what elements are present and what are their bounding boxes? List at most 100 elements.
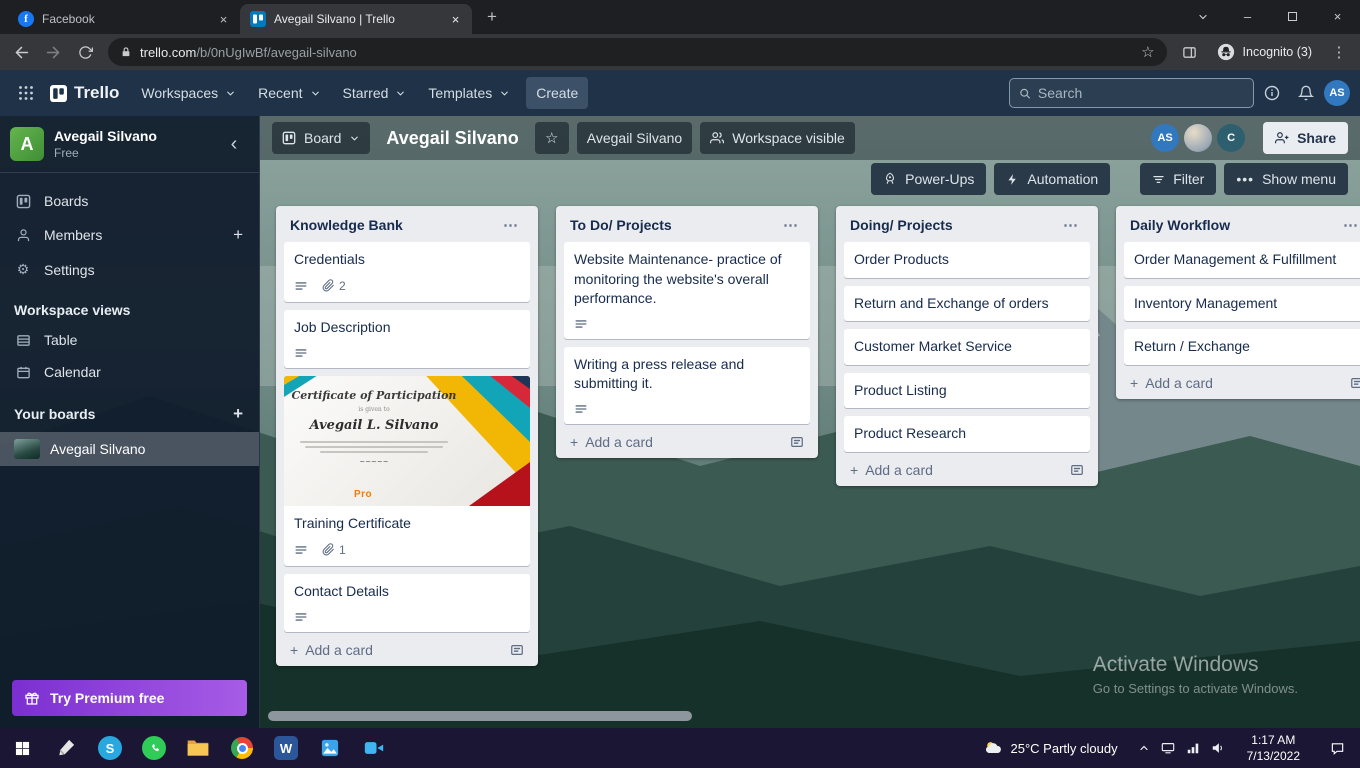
tray-network-icon[interactable] xyxy=(1186,741,1200,755)
taskbar-app-camera[interactable] xyxy=(352,728,396,768)
taskbar-app-skype[interactable]: S xyxy=(88,728,132,768)
close-button[interactable]: × xyxy=(1315,0,1360,33)
trello-logo[interactable]: Trello xyxy=(44,83,129,103)
list-title[interactable]: Knowledge Bank xyxy=(290,217,499,233)
sidebar-item-table[interactable]: Table xyxy=(0,324,259,356)
taskbar-app-file-explorer[interactable] xyxy=(176,728,220,768)
tray-chevron-up[interactable] xyxy=(1138,742,1150,754)
sidebar-item-members[interactable]: Members + xyxy=(0,217,259,253)
tab-close-button[interactable]: × xyxy=(447,11,464,28)
back-button[interactable] xyxy=(6,37,36,67)
share-button[interactable]: Share xyxy=(1263,122,1348,154)
board-menu-button[interactable]: Board xyxy=(272,122,371,154)
card[interactable]: Product Research xyxy=(844,416,1090,452)
new-tab-button[interactable]: + xyxy=(478,3,506,31)
card-template-button[interactable] xyxy=(1350,376,1360,390)
create-button[interactable]: Create xyxy=(526,77,589,109)
bookmark-star-button[interactable]: ☆ xyxy=(1137,43,1158,61)
star-board-button[interactable]: ☆ xyxy=(534,122,569,154)
sidebar-board-item[interactable]: Avegail Silvano xyxy=(0,432,259,466)
card-title: Writing a press release and submitting i… xyxy=(574,355,745,392)
taskbar-app-whatsapp[interactable] xyxy=(132,728,176,768)
card[interactable]: Credentials 2 xyxy=(284,242,530,303)
card[interactable]: Inventory Management xyxy=(1124,285,1360,322)
card[interactable]: Writing a press release and submitting i… xyxy=(564,346,810,424)
list-title[interactable]: Daily Workflow xyxy=(1130,217,1339,233)
list-menu-button[interactable]: ⋯ xyxy=(499,216,524,234)
minimize-button[interactable]: – xyxy=(1225,0,1270,33)
maximize-button[interactable] xyxy=(1270,0,1315,33)
add-board-button[interactable]: + xyxy=(231,404,245,424)
omnibox[interactable]: trello.com/b/0nUgIwBf/avegail-silvano ☆ xyxy=(108,38,1167,66)
nav-recent[interactable]: Recent xyxy=(248,77,330,109)
forward-button[interactable] xyxy=(38,37,68,67)
notifications-bell-button[interactable] xyxy=(1290,77,1322,109)
info-button[interactable] xyxy=(1256,77,1288,109)
card[interactable]: Order Management & Fulfillment xyxy=(1124,242,1360,278)
taskbar-clock[interactable]: 1:17 AM 7/13/2022 xyxy=(1239,732,1308,764)
add-card-button[interactable]: + Add a card xyxy=(850,462,1070,478)
card[interactable]: Contact Details xyxy=(284,574,530,632)
nav-templates[interactable]: Templates xyxy=(418,77,520,109)
filter-button[interactable]: Filter xyxy=(1140,163,1217,195)
tab-facebook[interactable]: f Facebook × xyxy=(8,4,240,34)
list-title[interactable]: To Do/ Projects xyxy=(570,217,779,233)
list-menu-button[interactable]: ⋯ xyxy=(779,216,804,234)
action-center-button[interactable] xyxy=(1318,741,1356,756)
card[interactable]: Customer Market Service xyxy=(844,329,1090,365)
header-search[interactable] xyxy=(1009,78,1254,108)
browser-menu-button[interactable]: ⋮ xyxy=(1324,37,1354,67)
taskbar-app-chrome[interactable] xyxy=(220,728,264,768)
list-menu-button[interactable]: ⋯ xyxy=(1059,216,1084,234)
card[interactable]: Certificate of Participation is given to… xyxy=(284,375,530,567)
add-card-button[interactable]: + Add a card xyxy=(290,642,510,658)
card[interactable]: Order Products xyxy=(844,242,1090,278)
premium-button[interactable]: Try Premium free xyxy=(12,680,247,716)
collapse-sidebar-button[interactable]: ‹ xyxy=(219,129,249,159)
card[interactable]: Return / Exchange xyxy=(1124,329,1360,365)
search-input[interactable] xyxy=(1037,85,1244,101)
side-panel-button[interactable] xyxy=(1175,37,1205,67)
list-menu-button[interactable]: ⋯ xyxy=(1339,216,1360,234)
card-template-button[interactable] xyxy=(790,435,804,449)
tray-display-icon[interactable] xyxy=(1161,741,1175,755)
sidebar-item-calendar[interactable]: Calendar xyxy=(0,356,259,388)
card[interactable]: Product Listing xyxy=(844,372,1090,409)
list-title[interactable]: Doing/ Projects xyxy=(850,217,1059,233)
member-avatar-photo[interactable] xyxy=(1184,124,1213,152)
show-menu-button[interactable]: ••• Show menu xyxy=(1224,163,1348,195)
tab-search-chevron-button[interactable] xyxy=(1180,0,1225,33)
visibility-button[interactable]: Workspace visible xyxy=(700,122,855,154)
board-workspace-chip[interactable]: Avegail Silvano xyxy=(576,122,693,154)
taskbar-app-paint[interactable] xyxy=(44,728,88,768)
card[interactable]: Return and Exchange of orders xyxy=(844,285,1090,322)
tab-close-button[interactable]: × xyxy=(215,11,232,28)
add-member-button[interactable]: + xyxy=(231,225,245,245)
add-card-button[interactable]: + Add a card xyxy=(1130,375,1350,391)
tab-trello[interactable]: Avegail Silvano | Trello × xyxy=(240,4,472,34)
horizontal-scrollbar-thumb[interactable] xyxy=(268,711,692,721)
add-card-button[interactable]: + Add a card xyxy=(570,434,790,450)
header-avatar[interactable]: AS xyxy=(1324,80,1350,106)
card-template-button[interactable] xyxy=(510,643,524,657)
tray-volume-icon[interactable] xyxy=(1211,741,1225,755)
incognito-badge[interactable]: Incognito (3) xyxy=(1207,43,1322,61)
powerups-button[interactable]: Power-Ups xyxy=(871,163,987,195)
member-avatar[interactable]: C xyxy=(1217,124,1246,152)
card-template-button[interactable] xyxy=(1070,463,1084,477)
sidebar-item-boards[interactable]: Boards xyxy=(0,185,259,217)
member-avatar[interactable]: AS xyxy=(1151,124,1180,152)
apps-grid-button[interactable] xyxy=(10,77,42,109)
sidebar-item-settings[interactable]: ⚙ Settings xyxy=(0,253,259,286)
taskbar-app-word[interactable]: W xyxy=(264,728,308,768)
automation-button[interactable]: Automation xyxy=(994,163,1111,195)
taskbar-weather[interactable]: 25°C Partly cloudy xyxy=(977,738,1124,758)
nav-starred[interactable]: Starred xyxy=(333,77,417,109)
taskbar-date: 7/13/2022 xyxy=(1246,749,1300,763)
taskbar-app-photos[interactable] xyxy=(308,728,352,768)
nav-workspaces[interactable]: Workspaces xyxy=(131,77,246,109)
card[interactable]: Job Description xyxy=(284,310,530,368)
reload-button[interactable] xyxy=(70,37,100,67)
start-button[interactable] xyxy=(0,728,44,768)
card[interactable]: Website Maintenance- practice of monitor… xyxy=(564,242,810,339)
